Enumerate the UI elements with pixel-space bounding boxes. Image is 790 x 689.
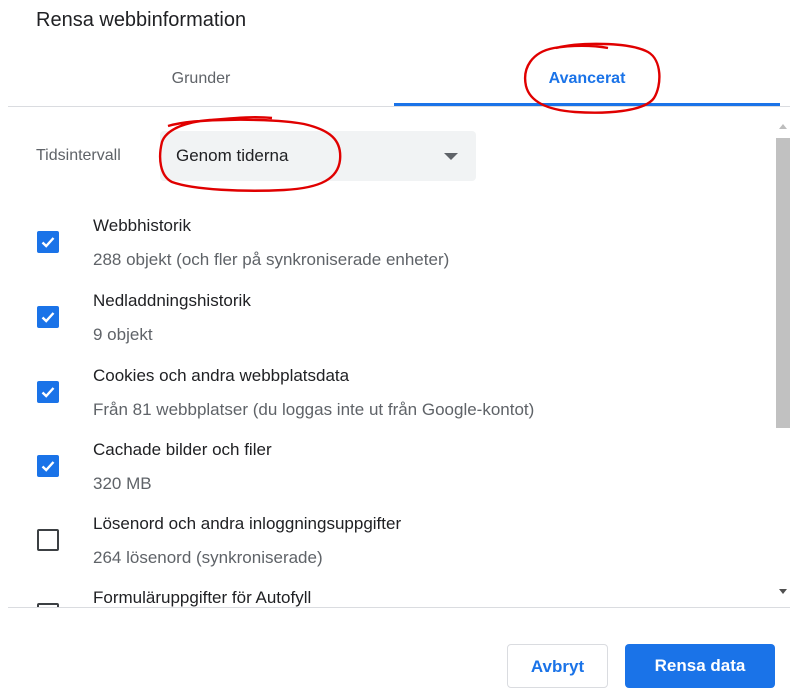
option-browsing-history[interactable]: Webbhistorik 288 objekt (och fler på syn… <box>0 215 780 291</box>
checkbox-browsing-history[interactable] <box>37 231 59 253</box>
cancel-button[interactable]: Avbryt <box>507 644 608 688</box>
option-cookies[interactable]: Cookies och andra webbplatsdata Från 81 … <box>0 365 780 441</box>
time-range-select[interactable]: Genom tiderna <box>160 131 476 181</box>
tab-advanced[interactable]: Avancerat <box>394 64 780 94</box>
checkmark-icon <box>41 461 55 472</box>
option-cached-images[interactable]: Cachade bilder och filer 320 MB <box>0 439 780 515</box>
scroll-down-arrow-icon[interactable] <box>779 589 787 594</box>
option-title: Lösenord och andra inloggningsuppgifter <box>93 514 402 533</box>
tab-basic[interactable]: Grunder <box>8 64 394 94</box>
option-title: Cookies och andra webbplatsdata <box>93 366 350 385</box>
option-description: 9 objekt <box>93 325 153 344</box>
checkbox-cached-images[interactable] <box>37 455 59 477</box>
option-description: 288 objekt (och fler på synkroniserade e… <box>93 250 450 269</box>
option-description: Från 81 webbplatser (du loggas inte ut f… <box>93 400 535 419</box>
option-description: 264 lösenord (synkroniserade) <box>93 548 323 567</box>
option-title: Nedladdningshistorik <box>93 291 251 310</box>
checkmark-icon <box>41 237 55 248</box>
checkmark-icon <box>41 312 55 323</box>
scroll-up-arrow-icon[interactable] <box>779 124 787 129</box>
checkbox-passwords[interactable] <box>37 529 59 551</box>
clear-data-button[interactable]: Rensa data <box>625 644 775 688</box>
checkbox-download-history[interactable] <box>37 306 59 328</box>
chevron-down-icon <box>444 153 458 160</box>
options-list: Tidsintervall Genom tiderna Webbhistorik… <box>0 107 780 607</box>
checkmark-icon <box>41 387 55 398</box>
time-range-label: Tidsintervall <box>36 147 121 164</box>
option-download-history[interactable]: Nedladdningshistorik 9 objekt <box>0 290 780 366</box>
option-autofill[interactable]: Formuläruppgifter för Autofyll <box>0 587 780 607</box>
option-title: Formuläruppgifter för Autofyll <box>93 588 312 607</box>
checkbox-cookies[interactable] <box>37 381 59 403</box>
footer-divider <box>8 607 790 608</box>
dialog-title: Rensa webbinformation <box>36 9 247 31</box>
option-title: Webbhistorik <box>93 216 191 235</box>
option-passwords[interactable]: Lösenord och andra inloggningsuppgifter … <box>0 513 780 589</box>
option-title: Cachade bilder och filer <box>93 440 272 459</box>
option-description: 320 MB <box>93 474 152 493</box>
time-range-value: Genom tiderna <box>176 146 289 165</box>
scrollbar-thumb[interactable] <box>776 138 790 428</box>
